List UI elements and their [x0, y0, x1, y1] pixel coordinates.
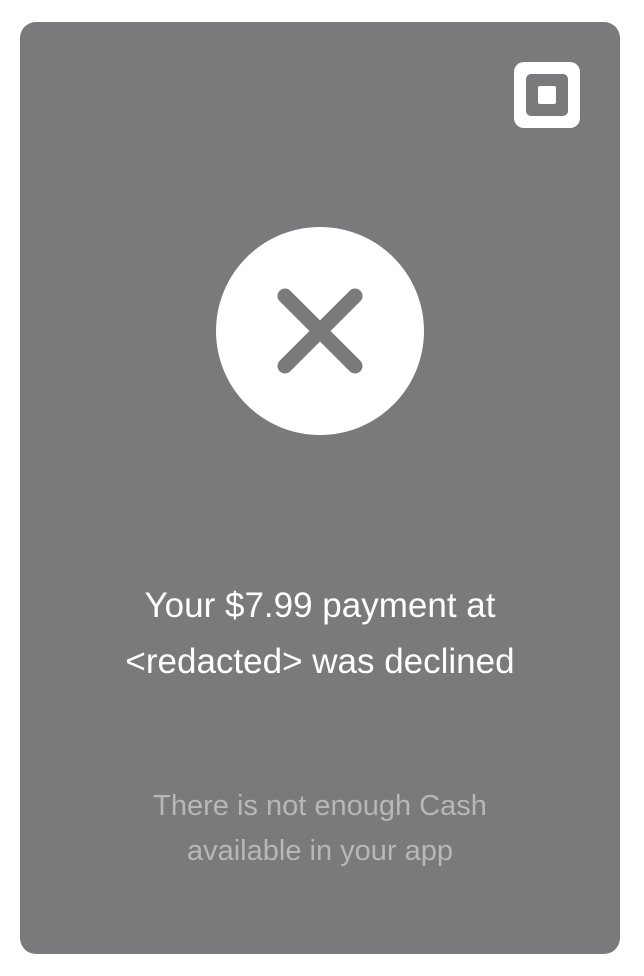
close-icon: [277, 288, 363, 374]
declined-status-icon: [216, 227, 424, 435]
decline-reason-text: There is not enough Cash available in yo…: [153, 790, 487, 867]
square-logo-icon: [514, 62, 580, 128]
payment-declined-message: Your $7.99 payment at <redacted> was dec…: [125, 586, 515, 681]
declined-payment-card: Your $7.99 payment at <redacted> was dec…: [20, 22, 620, 954]
